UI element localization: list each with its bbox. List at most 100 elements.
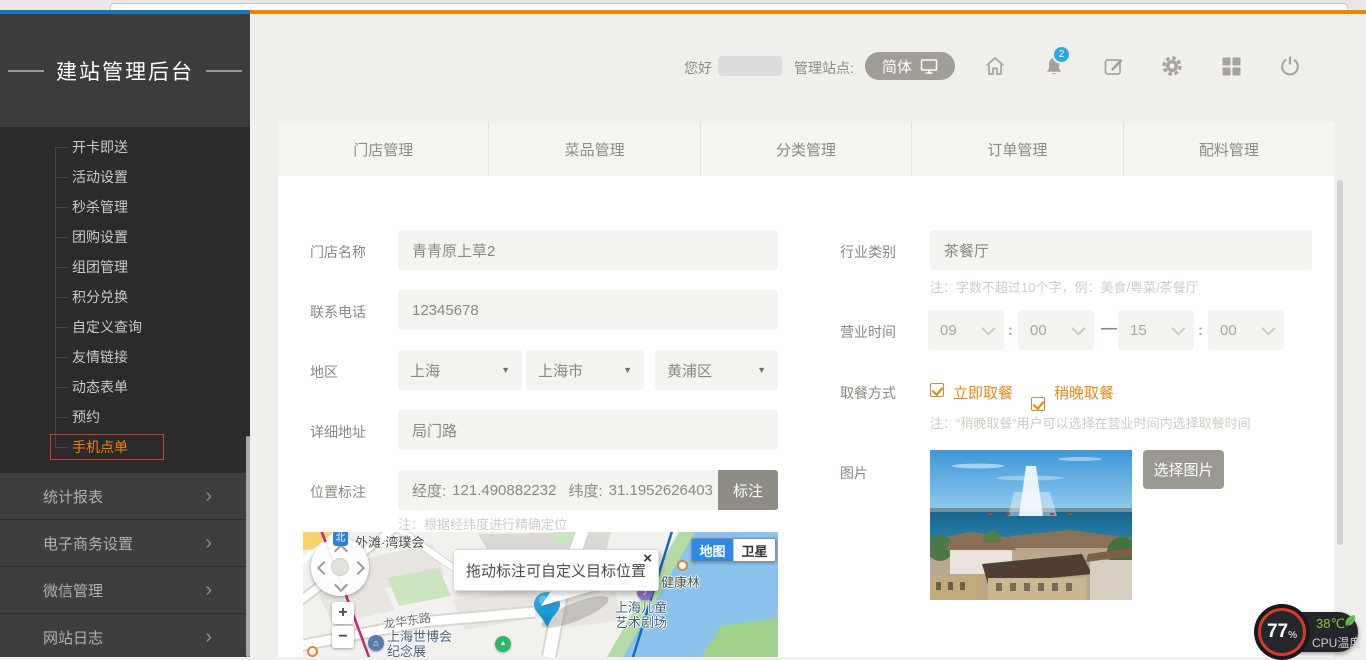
cpu-percent: 77 — [1267, 621, 1288, 643]
dropdown-arrow-icon: ▼ — [501, 365, 510, 375]
museum-poi-icon: ⌂ — [368, 635, 384, 651]
pan-up-icon[interactable] — [334, 544, 348, 558]
title-dash-left — [8, 70, 44, 72]
cpu-percent-unit: % — [1288, 630, 1297, 641]
sidebar-item-points[interactable]: 积分兑换 — [0, 282, 250, 312]
map-label-theater: 上海儿童艺术剧场 — [615, 600, 667, 630]
close-minute-select[interactable]: 00 — [1208, 310, 1284, 350]
sidebar-title: 建站管理后台 — [0, 14, 250, 127]
tab-store-management[interactable]: 门店管理 — [278, 122, 489, 176]
pickup-now-checkbox[interactable] — [930, 383, 944, 397]
chevron-down-icon — [1261, 322, 1275, 336]
pan-down-icon[interactable] — [334, 578, 348, 592]
map-canvas[interactable]: 外滩·湾璞会 健康林 龙华东路 上海世博会纪念展 上海儿童艺术剧场 ⌂ ▲ ♪ … — [303, 532, 778, 657]
sidebar-section-ecommerce[interactable]: 电子商务设置 › — [0, 519, 250, 566]
section-label: 网站日志 — [43, 627, 103, 648]
store-photo — [930, 450, 1132, 600]
sidebar-item-flashsale[interactable]: 秒杀管理 — [0, 192, 250, 222]
province-select[interactable]: 上海 ▼ — [398, 350, 522, 390]
sidebar-section-wechat[interactable]: 微信管理 › — [0, 566, 250, 613]
power-icon[interactable] — [1278, 54, 1302, 78]
poi-dot — [307, 646, 318, 657]
cpu-usage-gauge[interactable]: 77 % — [1254, 604, 1310, 660]
close-hour-select[interactable]: 15 — [1118, 310, 1194, 350]
lng-label: 经度: — [412, 480, 446, 501]
title-dash-right — [206, 70, 242, 72]
pan-right-icon[interactable] — [351, 561, 365, 575]
home-icon[interactable] — [983, 54, 1007, 78]
district-select[interactable]: 黄浦区 ▼ — [655, 350, 778, 390]
sidebar-item-reservation[interactable]: 预约 — [0, 402, 250, 432]
chevron-right-icon: › — [205, 580, 212, 600]
sidebar-item-activity[interactable]: 活动设置 — [0, 162, 250, 192]
tab-order-management[interactable]: 订单管理 — [912, 122, 1123, 176]
leaf-icon — [1344, 614, 1356, 628]
pan-left-icon[interactable] — [317, 561, 331, 575]
time-range-dash: — — [1101, 320, 1117, 338]
sidebar-item-links[interactable]: 友情链接 — [0, 342, 250, 372]
open-hour-select[interactable]: 09 — [928, 310, 1004, 350]
district-value: 黄浦区 — [667, 360, 712, 381]
sidebar-submenu: 开卡即送 活动设置 秒杀管理 团购设置 组团管理 积分兑换 自定义查询 友情链接… — [0, 132, 250, 462]
park-poi-icon: ▲ — [495, 636, 511, 652]
choose-image-button[interactable]: 选择图片 — [1143, 450, 1224, 489]
open-minute-select[interactable]: 00 — [1018, 310, 1094, 350]
apps-grid-icon[interactable] — [1219, 54, 1243, 78]
edit-icon[interactable] — [1101, 54, 1125, 78]
pickup-label: 取餐方式 — [840, 383, 896, 403]
map-zoom-out-button[interactable]: − — [332, 626, 354, 648]
sidebar-item-dynamic-form[interactable]: 动态表单 — [0, 372, 250, 402]
tab-category-management[interactable]: 分类管理 — [701, 122, 912, 176]
image-label: 图片 — [840, 463, 868, 483]
settings-gear-icon[interactable] — [1160, 54, 1184, 78]
tab-dish-management[interactable]: 菜品管理 — [489, 122, 700, 176]
close-minute-value: 00 — [1220, 322, 1237, 339]
top-band-orange — [250, 10, 1366, 14]
sidebar-section-logs[interactable]: 网站日志 › — [0, 613, 250, 657]
tab-ingredient-management[interactable]: 配料管理 — [1124, 122, 1334, 176]
map-zoom-in-button[interactable]: + — [332, 602, 354, 624]
pickup-later-checkbox[interactable] — [1031, 397, 1045, 411]
map-type-map-button[interactable]: 地图 — [692, 539, 733, 561]
city-select[interactable]: 上海市 ▼ — [526, 350, 644, 390]
industry-input[interactable]: 茶餐厅 — [930, 230, 1312, 270]
sidebar-item-teambuy[interactable]: 组团管理 — [0, 252, 250, 282]
cpu-temperature: 38℃ — [1316, 616, 1345, 632]
store-name-input[interactable]: 青青原上草2 — [398, 230, 778, 270]
pickup-later-label[interactable]: 稍晚取餐 — [1054, 382, 1114, 403]
pickup-now-label[interactable]: 立即取餐 — [953, 382, 1013, 403]
mark-location-button[interactable]: 标注 — [718, 470, 778, 510]
sidebar-section-stats[interactable]: 统计报表 › — [0, 472, 250, 519]
chevron-down-icon — [1071, 322, 1085, 336]
monitor-icon — [920, 58, 938, 75]
sidebar-item-card-gift[interactable]: 开卡即送 — [0, 132, 250, 162]
phone-input[interactable]: 12345678 — [398, 290, 778, 330]
phone-label: 联系电话 — [310, 302, 366, 322]
map-tooltip-text: 拖动标注可自定义目标位置 — [454, 560, 658, 581]
language-switcher[interactable]: 简体 — [865, 52, 955, 80]
map-type-toggle: 地图 卫星 — [691, 538, 776, 562]
map-label-forest: 健康林 — [661, 572, 700, 591]
sidebar-scrollbar[interactable] — [246, 436, 250, 657]
map-type-satellite-button[interactable]: 卫星 — [733, 539, 775, 561]
industry-label: 行业类别 — [840, 242, 896, 262]
open-minute-value: 00 — [1030, 322, 1047, 339]
address-input[interactable]: 局门路 — [398, 410, 778, 450]
province-value: 上海 — [410, 360, 440, 381]
notification-badge: 2 — [1052, 45, 1071, 64]
content-scrollbar[interactable] — [1337, 180, 1343, 545]
close-hour-value: 15 — [1130, 322, 1147, 339]
module-tabs: 门店管理 菜品管理 分类管理 订单管理 配料管理 — [278, 122, 1334, 176]
compass-knob[interactable] — [331, 558, 349, 576]
map-pan-compass[interactable] — [311, 538, 369, 596]
sidebar-item-custom-query[interactable]: 自定义查询 — [0, 312, 250, 342]
store-name-label: 门店名称 — [310, 242, 366, 262]
manage-site-label: 管理站点: — [794, 58, 854, 78]
sidebar-item-mobile-order[interactable]: 手机点单 — [0, 432, 250, 462]
sidebar-item-groupbuy[interactable]: 团购设置 — [0, 222, 250, 252]
tooltip-close-icon[interactable]: × — [643, 551, 652, 566]
hours-label: 营业时间 — [840, 322, 896, 342]
open-hour-value: 09 — [940, 322, 957, 339]
cpu-temp-label: CPU温度 — [1312, 634, 1361, 651]
location-input[interactable]: 经度: 121.490882232 纬度: 31.1952626403 — [398, 470, 718, 510]
